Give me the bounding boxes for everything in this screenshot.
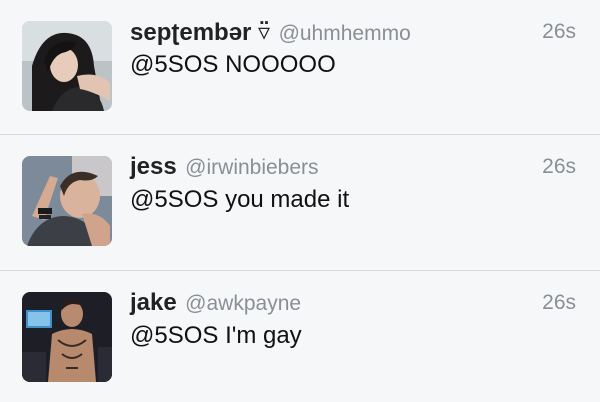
timestamp: 26s <box>542 20 576 43</box>
tweet-header: sepʈembər ▿̈ @uhmhemmo <box>130 18 411 47</box>
tweet-cell[interactable]: sepʈembər ▿̈ @uhmhemmo 26s @5SOS NOOOOO <box>0 0 600 134</box>
tweet-text: @5SOS NOOOOO <box>130 51 336 78</box>
avatar-photo <box>22 292 112 382</box>
avatar-photo <box>22 156 112 246</box>
tweet-text: @5SOS you made it <box>130 186 350 213</box>
timestamp: 26s <box>542 155 576 178</box>
tweet-header: jess @irwinbiebers <box>130 153 319 181</box>
avatar[interactable] <box>22 156 112 246</box>
username-handle[interactable]: @irwinbiebers <box>185 156 318 179</box>
tweet-text: @5SOS I'm gay <box>130 322 302 349</box>
username-handle[interactable]: @awkpayne <box>185 292 301 315</box>
avatar[interactable] <box>22 292 112 382</box>
username-handle[interactable]: @uhmhemmo <box>279 22 411 45</box>
tweet-cell[interactable]: jess @irwinbiebers 26s @5SOS you made it <box>0 135 600 269</box>
tweet-header: jake @awkpayne <box>130 289 301 317</box>
display-name[interactable]: jake <box>130 289 177 316</box>
display-name[interactable]: jess <box>130 153 177 180</box>
avatar-photo <box>22 21 112 111</box>
avatar[interactable] <box>22 21 112 111</box>
display-name[interactable]: sepʈembər ▿̈ <box>130 19 270 46</box>
timestamp: 26s <box>542 291 576 314</box>
tweet-timeline: sepʈembər ▿̈ @uhmhemmo 26s @5SOS NOOOOO … <box>0 0 600 402</box>
tweet-cell[interactable]: jake @awkpayne 26s @5SOS I'm gay <box>0 271 600 402</box>
